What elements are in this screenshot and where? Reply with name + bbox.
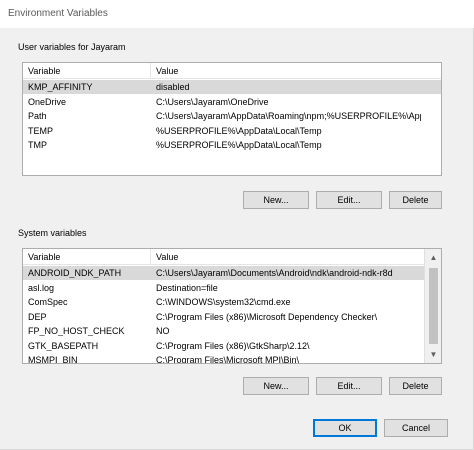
scroll-up-icon[interactable]: ▲ xyxy=(425,249,441,266)
variable-value-cell: %USERPROFILE%\AppData\Local\Temp xyxy=(156,125,322,136)
table-row[interactable]: GTK_BASEPATH C:\Program Files (x86)\GtkSh… xyxy=(23,339,441,353)
table-row[interactable]: Path C:\Users\Jayaram\AppData\Roaming\npm… xyxy=(23,109,441,123)
column-header-variable[interactable]: Variable xyxy=(28,66,60,76)
user-variables-group-label: User variables for Jayaram xyxy=(18,42,126,52)
variable-value-cell: C:\WINDOWS\system32\cmd.exe xyxy=(156,297,291,307)
table-row[interactable]: TEMP %USERPROFILE%\AppData\Local\Temp xyxy=(23,124,441,138)
title-bar[interactable]: Environment Variables xyxy=(0,0,474,28)
column-divider[interactable] xyxy=(150,249,151,265)
system-variables-scrollbar[interactable]: ▲ ▼ xyxy=(424,249,441,363)
variable-value-cell: C:\Users\Jayaram\Documents\Android\ndk\a… xyxy=(156,268,393,278)
variable-value-cell: %USERPROFILE%\AppData\Local\Temp xyxy=(156,140,322,150)
variable-value-cell: C:\Program Files (x86)\GtkSharp\2.12\ xyxy=(156,340,310,351)
variable-name-cell: ComSpec xyxy=(28,297,68,307)
table-row[interactable]: DEP C:\Program Files (x86)\Microsoft Depe… xyxy=(23,310,441,324)
variable-name-cell: GTK_BASEPATH xyxy=(28,340,99,351)
scrollbar-thumb[interactable] xyxy=(429,268,438,344)
system-variables-list[interactable]: Variable Value ANDROID_NDK_PATH C:\Users\… xyxy=(22,248,442,364)
variable-value-cell: Destination=file xyxy=(156,282,218,293)
cancel-button[interactable]: Cancel xyxy=(384,419,448,437)
user-variables-list-header: Variable Value xyxy=(23,63,441,79)
table-row[interactable]: ANDROID_NDK_PATH C:\Users\Jayaram\Documen… xyxy=(23,266,441,280)
system-new-button[interactable]: New... xyxy=(243,377,309,395)
column-header-value[interactable]: Value xyxy=(156,252,178,262)
column-header-value[interactable]: Value xyxy=(156,66,178,76)
table-row[interactable]: OneDrive C:\Users\Jayaram\OneDrive xyxy=(23,95,441,109)
column-header-variable[interactable]: Variable xyxy=(28,252,60,262)
table-row[interactable]: MSMPI_BIN C:\Program Files\Microsoft MPI\… xyxy=(23,353,441,364)
environment-variables-dialog: Environment Variables User variables for… xyxy=(0,0,474,450)
table-row[interactable]: FP_NO_HOST_CHECK NO xyxy=(23,324,441,338)
variable-name-cell: TEMP xyxy=(28,125,54,136)
variable-name-cell: Path xyxy=(28,111,47,121)
variable-value-cell: C:\Program Files (x86)\Microsoft Depende… xyxy=(156,311,378,322)
variable-name-cell: MSMPI_BIN xyxy=(28,355,78,364)
table-row[interactable]: asl.log Destination=file xyxy=(23,281,441,295)
user-edit-button[interactable]: Edit... xyxy=(316,191,382,209)
system-variables-group-label: System variables xyxy=(18,228,87,238)
variable-value-cell: NO xyxy=(156,326,170,336)
variable-name-cell: FP_NO_HOST_CHECK xyxy=(28,326,125,336)
variable-value-cell: disabled xyxy=(156,82,190,92)
column-divider[interactable] xyxy=(150,63,151,79)
table-row[interactable]: KMP_AFFINITY disabled xyxy=(23,80,441,94)
variable-name-cell: asl.log xyxy=(28,282,55,293)
user-delete-button[interactable]: Delete xyxy=(389,191,442,209)
ok-button[interactable]: OK xyxy=(313,419,377,437)
variable-name-cell: TMP xyxy=(28,140,47,150)
scroll-down-icon[interactable]: ▼ xyxy=(425,346,441,363)
variable-value-cell: C:\Users\Jayaram\AppData\Roaming\npm;%US… xyxy=(156,111,421,121)
variable-name-cell: OneDrive xyxy=(28,96,67,107)
system-variables-list-header: Variable Value xyxy=(23,249,441,265)
variable-name-cell: ANDROID_NDK_PATH xyxy=(28,268,122,278)
variable-value-cell: C:\Program Files\Microsoft MPI\Bin\ xyxy=(156,355,300,364)
table-row[interactable]: ComSpec C:\WINDOWS\system32\cmd.exe xyxy=(23,295,441,309)
system-edit-button[interactable]: Edit... xyxy=(316,377,382,395)
variable-name-cell: KMP_AFFINITY xyxy=(28,82,93,92)
variable-value-cell: C:\Users\Jayaram\OneDrive xyxy=(156,96,269,107)
user-variables-list[interactable]: Variable Value KMP_AFFINITY disabled OneDr… xyxy=(22,62,442,176)
window-title: Environment Variables xyxy=(8,8,108,19)
user-new-button[interactable]: New... xyxy=(243,191,309,209)
system-delete-button[interactable]: Delete xyxy=(389,377,442,395)
variable-name-cell: DEP xyxy=(28,311,47,322)
table-row[interactable]: TMP %USERPROFILE%\AppData\Local\Temp xyxy=(23,138,441,152)
